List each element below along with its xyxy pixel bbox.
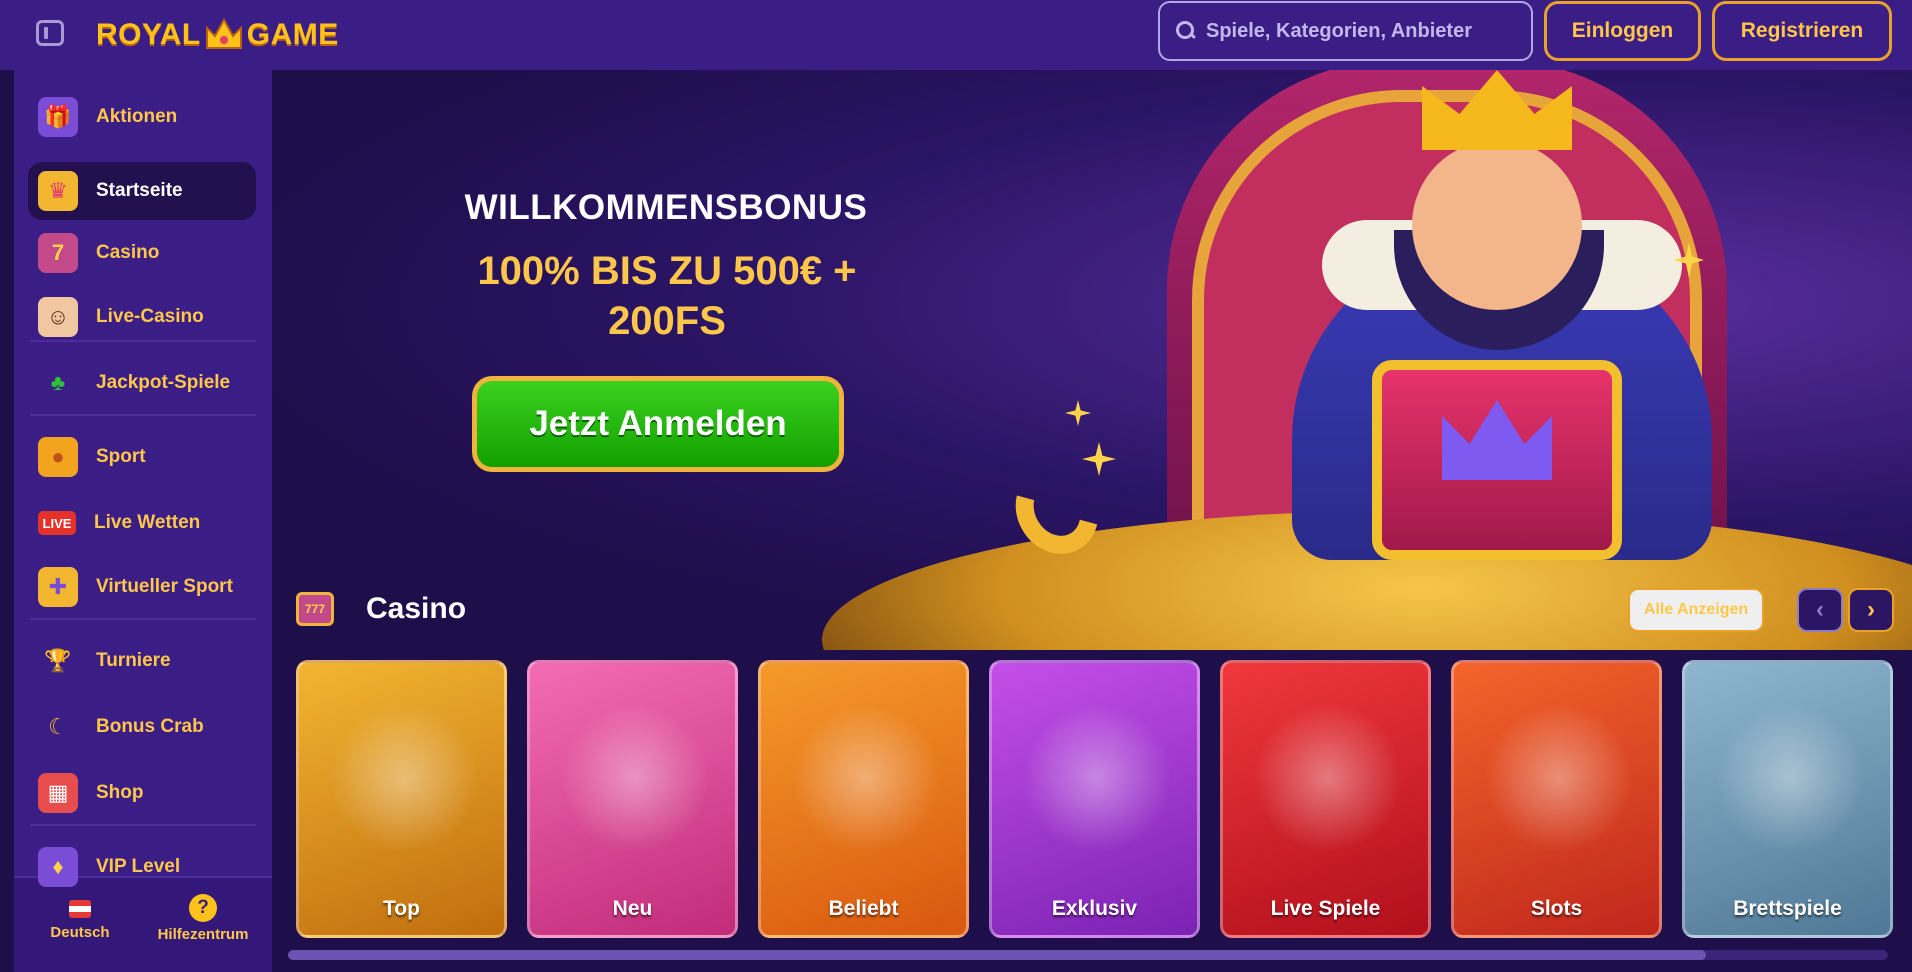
- sidebar-divider: [30, 824, 256, 826]
- casino-card-neu[interactable]: Neu: [527, 660, 738, 938]
- carousel-next-button[interactable]: ›: [1848, 588, 1894, 632]
- ball-icon: ●: [38, 437, 78, 477]
- sparkle-icon: [1065, 400, 1091, 426]
- hero-offer-line1: 100% BIS ZU 500€ +: [477, 249, 857, 293]
- casino-category-carousel: Top Neu Beliebt Exklusiv Live Spiele Slots Bre…: [296, 660, 1896, 938]
- casino-card-label: Neu: [612, 897, 653, 920]
- logo-text-left: ROYAL: [96, 18, 201, 51]
- vip-icon: ♦: [38, 847, 78, 887]
- clover-icon: ♣: [50, 370, 66, 395]
- casino-card-top[interactable]: Top: [296, 660, 507, 938]
- sidebar-item-label: Jackpot-Spiele: [96, 372, 231, 393]
- casino-section-title: Casino: [366, 592, 467, 625]
- view-all-button[interactable]: Alle Anzeigen: [1628, 588, 1764, 632]
- welcome-bonus-banner: WILLKOMMENSBONUS 100% BIS ZU 500€ + 200F…: [272, 70, 1912, 650]
- sidebar-item-label: Live Wetten: [94, 512, 201, 533]
- sidebar-item-label: Bonus Crab: [96, 716, 204, 737]
- card-artwork: [1253, 703, 1403, 853]
- hero-offer: 100% BIS ZU 500€ + 200FS: [422, 246, 912, 346]
- help-icon: ?: [189, 894, 217, 922]
- casino-card-live-spiele[interactable]: Live Spiele: [1220, 660, 1431, 938]
- search-input[interactable]: Spiele, Kategorien, Anbieter: [1158, 1, 1533, 61]
- sidebar-divider: [30, 414, 256, 416]
- trophy-icon: 🏆: [44, 648, 72, 673]
- sidebar-item-label: VIP Level: [96, 856, 181, 877]
- slot-machine-icon: 7: [38, 233, 78, 273]
- sidebar-item-live-casino[interactable]: ☺ Live-Casino: [28, 288, 256, 346]
- casino-section-header: 777 Casino Alle Anzeigen ‹ ›: [296, 586, 1896, 636]
- sidebar: Deutsch ? Hilfezentrum 🎁 Aktionen ♛ Startse…: [14, 70, 272, 972]
- casino-card-label: Slots: [1530, 897, 1583, 920]
- hero-offer-line2: 200FS: [608, 299, 726, 343]
- sidebar-divider: [30, 340, 256, 342]
- casino-card-label: Brettspiele: [1733, 897, 1842, 920]
- shop-icon: ▦: [38, 773, 78, 813]
- gamepad-icon: ✚: [38, 567, 78, 607]
- casino-card-label: Beliebt: [828, 897, 899, 920]
- king-face-art: [1412, 140, 1582, 310]
- language-label: Deutsch: [50, 924, 110, 941]
- sidebar-item-jackpot-spiele[interactable]: ♣ Jackpot-Spiele: [28, 354, 256, 412]
- card-artwork: [329, 703, 479, 853]
- sidebar-item-label: Live-Casino: [96, 306, 204, 327]
- sidebar-item-shop[interactable]: ▦ Shop: [28, 764, 256, 822]
- live-badge-icon: LIVE: [38, 511, 76, 535]
- sparkle-icon: [1082, 442, 1116, 476]
- card-artwork: [1022, 703, 1172, 853]
- dealer-icon: ☺: [38, 297, 78, 337]
- sidebar-item-label: Casino: [96, 242, 160, 263]
- logo-text-right: GAME: [246, 18, 339, 51]
- casino-card-beliebt[interactable]: Beliebt: [758, 660, 969, 938]
- casino-card-slots[interactable]: Slots: [1451, 660, 1662, 938]
- login-button[interactable]: Einloggen: [1544, 1, 1701, 61]
- crab-claw-icon: ☾: [48, 714, 68, 739]
- card-artwork: [560, 703, 710, 853]
- carousel-scrollbar[interactable]: [288, 950, 1888, 960]
- sidebar-item-vip-level[interactable]: ♦ VIP Level: [28, 838, 256, 896]
- sidebar-item-virtueller-sport[interactable]: ✚ Virtueller Sport: [28, 558, 256, 616]
- help-center-label: Hilfezentrum: [157, 926, 249, 943]
- sidebar-item-live-wetten[interactable]: LIVE Live Wetten: [28, 494, 256, 552]
- hero-title: WILLKOMMENSBONUS: [464, 188, 868, 227]
- sidebar-item-label: Startseite: [96, 180, 183, 201]
- sidebar-item-bonus-crab[interactable]: ☾ Bonus Crab: [28, 698, 256, 756]
- help-center-link[interactable]: ? Hilfezentrum: [148, 894, 258, 943]
- royal-game-logo[interactable]: ROYAL GAME: [96, 12, 339, 58]
- slot-machine-icon: 777: [296, 592, 334, 626]
- sidebar-item-sport[interactable]: ● Sport: [28, 428, 256, 486]
- register-button[interactable]: Registrieren: [1712, 1, 1892, 61]
- signup-now-label: Jetzt Anmelden: [477, 381, 839, 467]
- sidebar-item-label: Shop: [96, 782, 144, 803]
- sidebar-item-label: Turniere: [96, 650, 171, 671]
- casino-card-label: Exklusiv: [1051, 897, 1138, 920]
- casino-card-label: Top: [383, 897, 420, 920]
- austria-flag-icon: [69, 900, 91, 918]
- sidebar-divider: [30, 618, 256, 620]
- carousel-scroll-thumb[interactable]: [288, 950, 1706, 960]
- sidebar-item-turniere[interactable]: 🏆 Turniere: [28, 632, 256, 690]
- signup-now-button[interactable]: Jetzt Anmelden: [472, 376, 844, 472]
- language-selector[interactable]: Deutsch: [40, 900, 120, 941]
- sidebar-item-casino[interactable]: 7 Casino: [28, 224, 256, 282]
- sidebar-item-aktionen[interactable]: 🎁 Aktionen: [28, 88, 256, 146]
- sidebar-item-label: Sport: [96, 446, 146, 467]
- gift-chest-icon: 🎁: [38, 97, 78, 137]
- casino-card-brettspiele[interactable]: Brettspiele: [1682, 660, 1893, 938]
- logo-crown-icon: [205, 18, 242, 49]
- top-header: ROYAL GAME Spiele, Kategorien, Anbieter …: [0, 0, 1912, 70]
- sidebar-item-label: Virtueller Sport: [96, 576, 233, 597]
- sidebar-item-startseite[interactable]: ♛ Startseite: [28, 162, 256, 220]
- crown-icon: ♛: [38, 171, 78, 211]
- carousel-prev-button[interactable]: ‹: [1797, 588, 1843, 632]
- casino-card-label: Live Spiele: [1270, 897, 1381, 920]
- sidebar-toggle-icon[interactable]: [36, 20, 64, 46]
- sidebar-item-label: Aktionen: [96, 106, 178, 127]
- card-artwork: [791, 703, 941, 853]
- card-artwork: [1715, 703, 1865, 853]
- search-placeholder: Spiele, Kategorien, Anbieter: [1206, 19, 1472, 42]
- card-artwork: [1484, 703, 1634, 853]
- casino-card-exklusiv[interactable]: Exklusiv: [989, 660, 1200, 938]
- search-icon: [1176, 21, 1196, 41]
